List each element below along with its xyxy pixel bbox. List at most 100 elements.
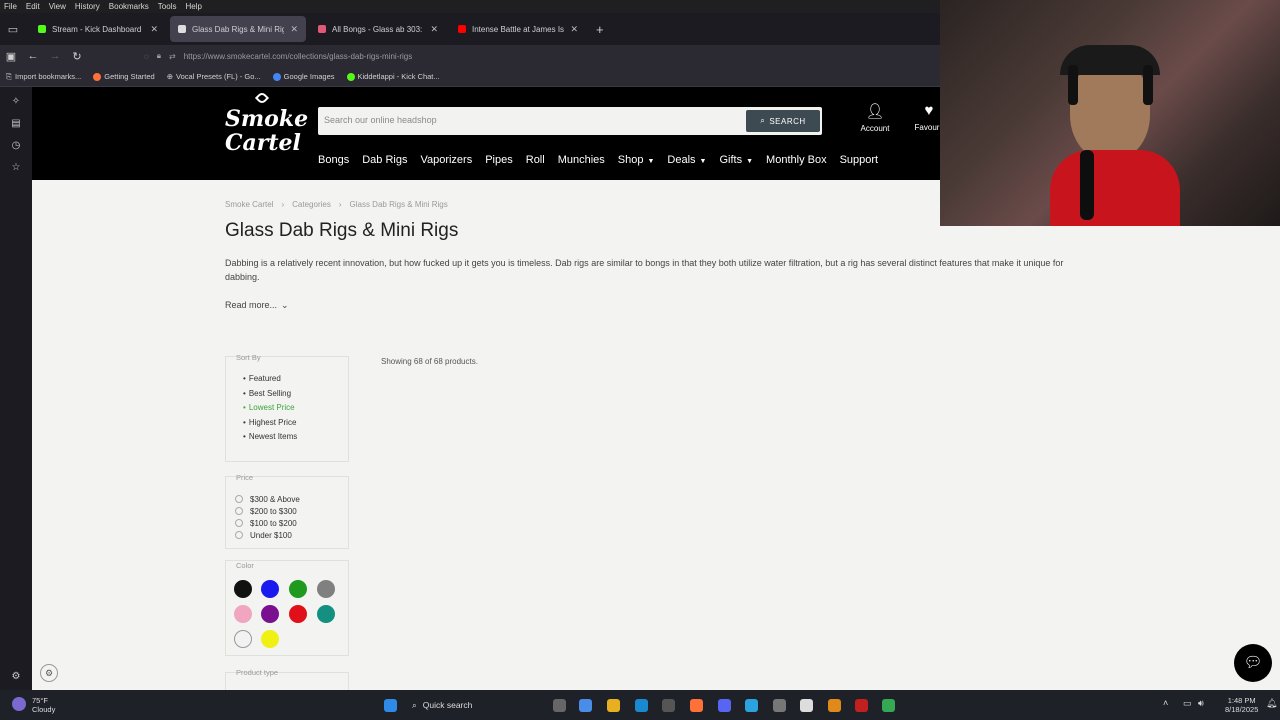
sort-newest-items[interactable]: Newest Items — [243, 432, 297, 447]
notifications-bell-icon[interactable]: 🔔︎ — [1266, 698, 1277, 709]
weather-widget[interactable]: 75°F Cloudy — [32, 696, 55, 714]
nav-dab-rigs[interactable]: Dab Rigs — [362, 154, 407, 166]
price-option[interactable]: $100 to $200 — [235, 517, 300, 529]
edge-icon[interactable] — [635, 699, 648, 712]
history-icon[interactable]: ◷ — [9, 139, 23, 153]
sort-featured[interactable]: Featured — [243, 374, 297, 389]
tab-smokecartel[interactable]: Glass Dab Rigs & Mini Rigs | Sm ✕ — [170, 16, 306, 42]
color-swatch-yellow[interactable] — [261, 630, 279, 648]
nav-support[interactable]: Support — [840, 154, 879, 166]
menu-history[interactable]: History — [75, 2, 100, 11]
radio-button[interactable] — [235, 507, 243, 515]
reload-icon[interactable]: ↻ — [66, 50, 88, 63]
nav-roll[interactable]: Roll — [526, 154, 545, 166]
account-button[interactable]: 👤︎ Account — [855, 102, 895, 133]
menu-edit[interactable]: Edit — [26, 2, 40, 11]
tab-kick-dashboard[interactable]: Stream - Kick Dashboard ✕ — [30, 16, 166, 42]
copilot-icon[interactable] — [579, 699, 592, 712]
menu-help[interactable]: Help — [185, 2, 201, 11]
sort-highest-price[interactable]: Highest Price — [243, 418, 297, 433]
close-icon[interactable]: ✕ — [430, 24, 438, 35]
bookmark-getting-started[interactable]: Getting Started — [93, 72, 155, 81]
permissions-icon[interactable]: ⇄ — [169, 52, 176, 61]
lock-icon[interactable]: 🔒︎ — [157, 51, 161, 61]
read-more-toggle[interactable]: Read more... ⌄ — [225, 300, 289, 311]
list-all-tabs-icon[interactable]: ▭ — [0, 23, 26, 36]
vlc-icon[interactable] — [828, 699, 841, 712]
ai-chatbot-icon[interactable]: ✧ — [9, 95, 23, 109]
nav-bongs[interactable]: Bongs — [318, 154, 349, 166]
app-icon[interactable] — [773, 699, 786, 712]
file-explorer-icon[interactable] — [607, 699, 620, 712]
firefox-icon[interactable] — [690, 699, 703, 712]
nav-vaporizers[interactable]: Vaporizers — [420, 154, 472, 166]
color-swatch-blue[interactable] — [261, 580, 279, 598]
address-bar[interactable]: ◌ 🔒︎ ⇄ https://www.smokecartel.com/colle… — [138, 46, 940, 66]
search-button[interactable]: ⌕ SEARCH — [746, 110, 820, 132]
radio-button[interactable] — [235, 495, 243, 503]
tray-chevron-up-icon[interactable]: ˄ — [1163, 698, 1168, 708]
taskbar-clock[interactable]: 1:48 PM 8/18/2025 — [1225, 696, 1258, 714]
bookmark-google-images[interactable]: Google Images — [272, 72, 335, 81]
discord-icon[interactable] — [718, 699, 731, 712]
filter-settings-icon[interactable]: ⚙ — [40, 664, 58, 682]
search-input[interactable]: Search our online headshop — [324, 115, 437, 125]
telegram-icon[interactable] — [745, 699, 758, 712]
radio-button[interactable] — [235, 519, 243, 527]
bookmark-kick-chat[interactable]: Kiddetlappi - Kick Chat... — [346, 72, 440, 81]
close-icon[interactable]: ✕ — [150, 24, 158, 35]
new-tab-plus-icon[interactable]: + — [596, 22, 604, 37]
taskbar-search[interactable]: ⌕ Quick search — [404, 695, 544, 715]
volume-icon[interactable]: 🔊︎ — [1198, 698, 1204, 709]
color-swatch-green[interactable] — [289, 580, 307, 598]
breadcrumb-home[interactable]: Smoke Cartel — [225, 200, 273, 209]
bookmark-vocal-presets[interactable]: ⊕ Vocal Presets (FL) - Go... — [167, 72, 261, 81]
chat-bubble-icon[interactable]: 💬︎ — [1234, 644, 1272, 682]
smoke-cartel-logo[interactable]: Smoke Cartel — [225, 90, 308, 173]
nav-monthly-box[interactable]: Monthly Box — [766, 154, 827, 166]
color-swatch-black[interactable] — [234, 580, 252, 598]
tab-youtube[interactable]: Intense Battle at James Island | ✕ — [450, 16, 586, 42]
color-swatch-teal[interactable] — [317, 605, 335, 623]
menu-file[interactable]: File — [4, 2, 17, 11]
network-icon[interactable]: ▭ — [1183, 698, 1192, 709]
bookmarks-star-icon[interactable]: ☆ — [9, 161, 23, 175]
menu-view[interactable]: View — [49, 2, 66, 11]
store-icon[interactable] — [662, 699, 675, 712]
chrome-icon[interactable] — [882, 699, 895, 712]
obs-icon[interactable] — [800, 699, 813, 712]
color-swatch-purple[interactable] — [261, 605, 279, 623]
nav-munchies[interactable]: Munchies — [558, 154, 605, 166]
tab-all-bongs[interactable]: All Bongs - Glass ab 303: Whol ✕ — [310, 16, 446, 42]
back-arrow-icon[interactable]: ← — [22, 50, 44, 62]
settings-gear-icon[interactable]: ⚙ — [9, 670, 23, 684]
nav-gifts[interactable]: Gifts ▼ — [719, 154, 753, 166]
nav-deals[interactable]: Deals ▼ — [667, 154, 706, 166]
task-view-icon[interactable] — [553, 699, 566, 712]
color-swatch-gray[interactable] — [317, 580, 335, 598]
shield-icon[interactable]: ◌ — [144, 52, 149, 61]
price-option[interactable]: $200 to $300 — [235, 505, 300, 517]
price-option[interactable]: $300 & Above — [235, 493, 300, 505]
sort-best-selling[interactable]: Best Selling — [243, 389, 297, 404]
sort-lowest-price[interactable]: Lowest Price — [243, 403, 297, 418]
menu-tools[interactable]: Tools — [158, 2, 177, 11]
url-text[interactable]: https://www.smokecartel.com/collections/… — [184, 52, 413, 61]
close-icon[interactable]: ✕ — [290, 24, 298, 35]
close-icon[interactable]: ✕ — [570, 24, 578, 35]
sidebar-toggle-icon[interactable]: ▣ — [0, 50, 22, 63]
fl-studio-icon[interactable] — [855, 699, 868, 712]
forward-arrow-icon[interactable]: → — [44, 50, 66, 62]
nav-shop[interactable]: Shop ▼ — [618, 154, 655, 166]
color-swatch-red[interactable] — [289, 605, 307, 623]
nav-pipes[interactable]: Pipes — [485, 154, 513, 166]
color-swatch-pink[interactable] — [234, 605, 252, 623]
bookmark-import[interactable]: ⎘ Import bookmarks... — [6, 72, 81, 82]
price-option[interactable]: Under $100 — [235, 529, 300, 541]
color-swatch-white[interactable] — [234, 630, 252, 648]
menu-bookmarks[interactable]: Bookmarks — [109, 2, 149, 11]
breadcrumb-categories[interactable]: Categories — [292, 200, 331, 209]
windows-start-icon[interactable] — [384, 699, 397, 712]
radio-button[interactable] — [235, 531, 243, 539]
weather-icon[interactable] — [12, 697, 26, 711]
